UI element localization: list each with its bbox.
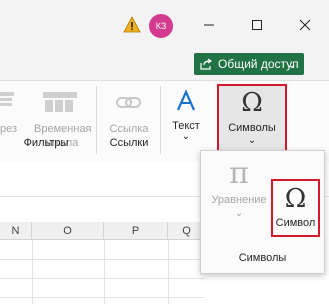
symbols-popup: π Уравнение ⌄ Ω Символ Символы: [200, 150, 325, 274]
slicer-label[interactable]: рез: [0, 122, 17, 136]
symbols-button[interactable]: Ω Символы ⌄: [217, 84, 287, 152]
share-caret: ⌄: [287, 57, 298, 71]
warning-icon[interactable]: [123, 16, 141, 34]
equation-button[interactable]: π Уравнение ⌄: [205, 154, 273, 238]
grid-line: [104, 240, 105, 304]
ribbon-separator: [160, 86, 161, 154]
maximize-icon[interactable]: [242, 12, 272, 38]
omega-icon: Ω: [284, 184, 307, 214]
timeline-label-1: Временная: [34, 123, 92, 135]
ribbon-separator: [96, 86, 97, 154]
link-button[interactable]: Ссылка: [100, 122, 158, 136]
grid-line: [32, 240, 33, 304]
symbols-label: Символы: [228, 122, 276, 134]
grid-line: [0, 278, 205, 279]
link-icon: [116, 97, 141, 108]
grid-line: [0, 259, 205, 260]
text-icon: [176, 89, 196, 111]
filters-group-label: Фильтры: [23, 137, 69, 149]
grid-line: [168, 240, 169, 304]
grid-line: [0, 297, 205, 298]
equation-caret: ⌄: [234, 208, 244, 219]
omega-icon: Ω: [241, 88, 263, 118]
symbol-button[interactable]: Ω Символ: [271, 179, 320, 237]
column-header[interactable]: P: [104, 222, 168, 240]
text-caret: ⌄: [181, 131, 191, 142]
minimize-icon[interactable]: [194, 12, 224, 38]
user-avatar[interactable]: КЗ: [149, 14, 173, 38]
text-button[interactable]: Текст ⌄: [164, 120, 208, 142]
symbols-caret: ⌄: [247, 135, 257, 146]
symbol-label: Символ: [275, 217, 316, 229]
share-button[interactable]: Общий доступ ⌄: [194, 53, 304, 75]
symbols-group-label: Символы: [238, 252, 287, 264]
column-header[interactable]: N: [0, 222, 32, 240]
timeline-icon: [43, 92, 77, 112]
column-header[interactable]: O: [32, 222, 104, 240]
slicer-icon: [0, 92, 14, 106]
equation-label: Уравнение: [211, 194, 267, 206]
close-icon[interactable]: [290, 12, 320, 38]
share-icon: [200, 58, 212, 70]
links-group-label: Ссылки: [109, 137, 149, 149]
pi-icon: π: [229, 156, 249, 191]
